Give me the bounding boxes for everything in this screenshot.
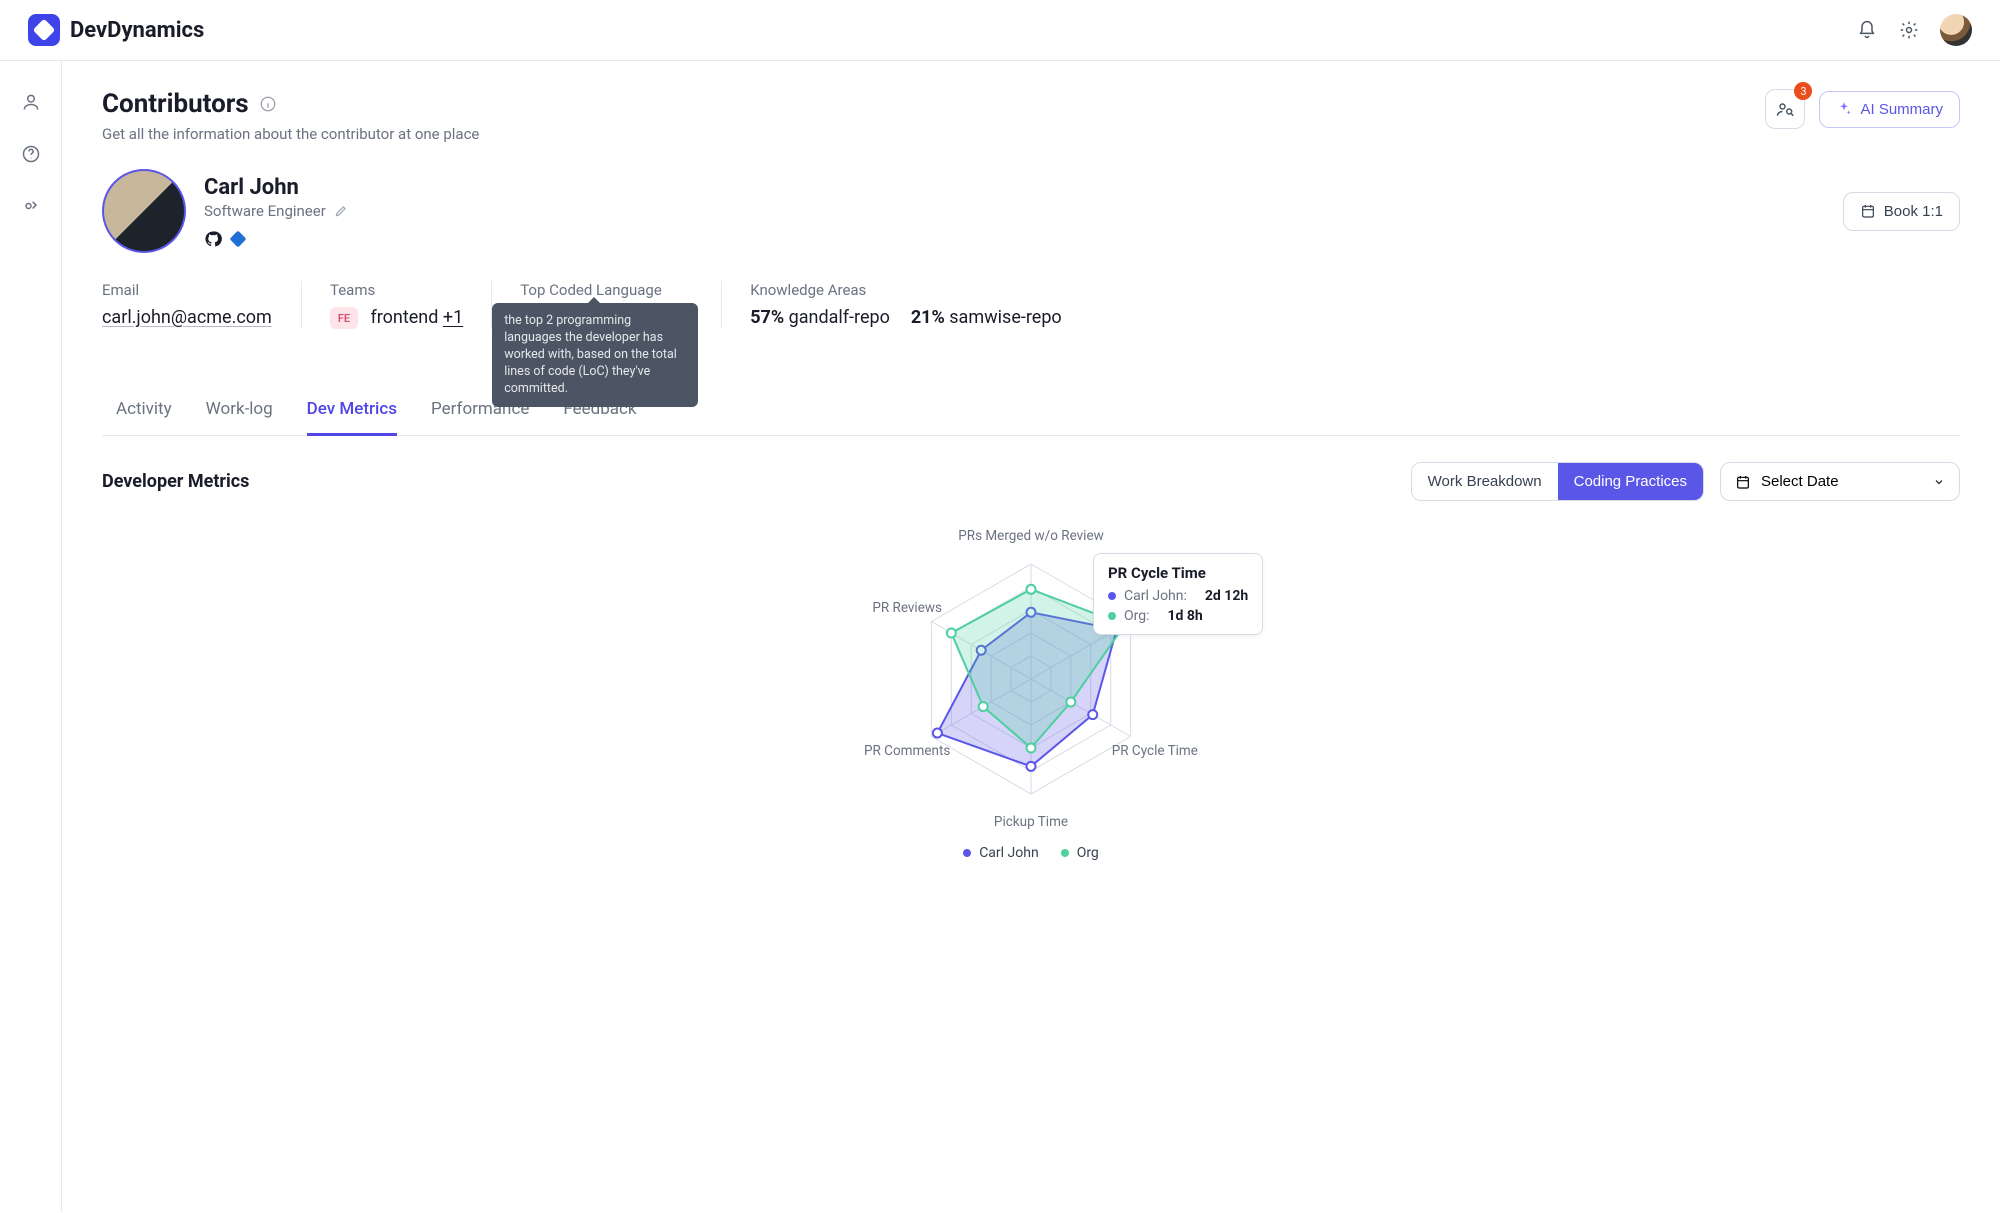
dot-icon — [1108, 612, 1116, 620]
knowledge-areas-label: Knowledge Areas — [750, 281, 1062, 299]
teams-label: Teams — [330, 281, 463, 299]
ai-summary-label: AI Summary — [1860, 101, 1943, 118]
person-photo — [102, 169, 186, 253]
book-button-label: Book 1:1 — [1884, 203, 1943, 220]
axis-label-0: PRs Merged w/o Review — [958, 528, 1104, 544]
user-icon[interactable] — [20, 91, 42, 113]
ka2-pct: 21% — [911, 307, 945, 328]
legend-label-1: Org — [1077, 845, 1099, 861]
section-title: Developer Metrics — [102, 471, 249, 492]
ka2-name: samwise-repo — [949, 307, 1061, 328]
axis-label-4: PR Comments — [864, 743, 950, 759]
email-value[interactable]: carl.john@acme.com — [102, 307, 273, 328]
tooltip-row0-value: 2d 12h — [1205, 588, 1248, 604]
tab-work-log[interactable]: Work-log — [206, 385, 273, 435]
legend-dot-1 — [1061, 849, 1069, 857]
brand[interactable]: DevDynamics — [28, 14, 204, 46]
date-label: Select Date — [1761, 473, 1839, 490]
page-title: Contributors — [102, 89, 249, 119]
person-name: Carl John — [204, 175, 348, 200]
people-finder-button[interactable]: 3 — [1765, 89, 1805, 129]
book-button[interactable]: Book 1:1 — [1843, 192, 1960, 231]
notification-badge: 3 — [1794, 82, 1812, 100]
ai-summary-button[interactable]: AI Summary — [1819, 91, 1960, 128]
avatar[interactable] — [1940, 14, 1972, 46]
settings-nav-icon[interactable] — [20, 195, 42, 217]
dot-icon — [1108, 592, 1116, 600]
tooltip-row1-value: 1d 8h — [1168, 608, 1203, 624]
tooltip-row1-label: Org: — [1124, 608, 1150, 624]
topbar-actions — [1856, 14, 1972, 46]
jira-icon[interactable] — [230, 230, 247, 247]
legend-dot-0 — [963, 849, 971, 857]
seg-work-breakdown[interactable]: Work Breakdown — [1412, 463, 1558, 500]
view-segment: Work Breakdown Coding Practices — [1411, 462, 1704, 501]
lang-label: Top Coded Language — [520, 281, 693, 299]
gear-icon[interactable] — [1898, 19, 1920, 41]
seg-coding-practices[interactable]: Coding Practices — [1558, 463, 1703, 500]
team-name: frontend — [370, 307, 438, 328]
axis-label-5: PR Reviews — [872, 600, 942, 616]
person-role: Software Engineer — [204, 202, 326, 220]
left-nav — [0, 61, 62, 1212]
tooltip-title: PR Cycle Time — [1108, 564, 1248, 582]
tabs: Activity Work-log Dev Metrics Performanc… — [102, 385, 1960, 436]
ka1-name: gandalf-repo — [789, 307, 890, 328]
tooltip-row0-label: Carl John: — [1124, 588, 1187, 604]
date-select[interactable]: Select Date — [1720, 462, 1960, 501]
brand-logo-icon — [28, 14, 60, 46]
page-subtitle: Get all the information about the contri… — [102, 125, 479, 143]
bell-icon[interactable] — [1856, 19, 1878, 41]
tab-dev-metrics[interactable]: Dev Metrics — [307, 385, 397, 436]
tab-activity[interactable]: Activity — [116, 385, 172, 435]
github-icon[interactable] — [204, 230, 222, 248]
help-icon[interactable] — [20, 143, 42, 165]
edit-icon[interactable] — [334, 204, 348, 218]
team-more[interactable]: +1 — [443, 307, 463, 328]
topbar: DevDynamics — [0, 0, 2000, 61]
legend-label-0: Carl John — [979, 845, 1039, 861]
axis-label-3: Pickup Time — [994, 814, 1068, 830]
info-icon[interactable] — [259, 95, 277, 113]
chevron-down-icon — [1933, 476, 1945, 488]
chart-tooltip: PR Cycle Time Carl John: 2d 12h Org: 1d … — [1093, 553, 1263, 635]
lang-tooltip: the top 2 programming languages the deve… — [492, 303, 698, 407]
team-chip: FE — [330, 307, 358, 329]
radar-chart: PRs Merged w/o Review Average PR Size PR… — [102, 519, 1960, 839]
main-content: Contributors Get all the information abo… — [62, 61, 2000, 1212]
chart-legend: Carl John Org — [102, 845, 1960, 861]
email-label: Email — [102, 281, 273, 299]
brand-name: DevDynamics — [70, 18, 204, 43]
ka1-pct: 57% — [750, 307, 784, 328]
axis-label-2: PR Cycle Time — [1112, 743, 1198, 759]
